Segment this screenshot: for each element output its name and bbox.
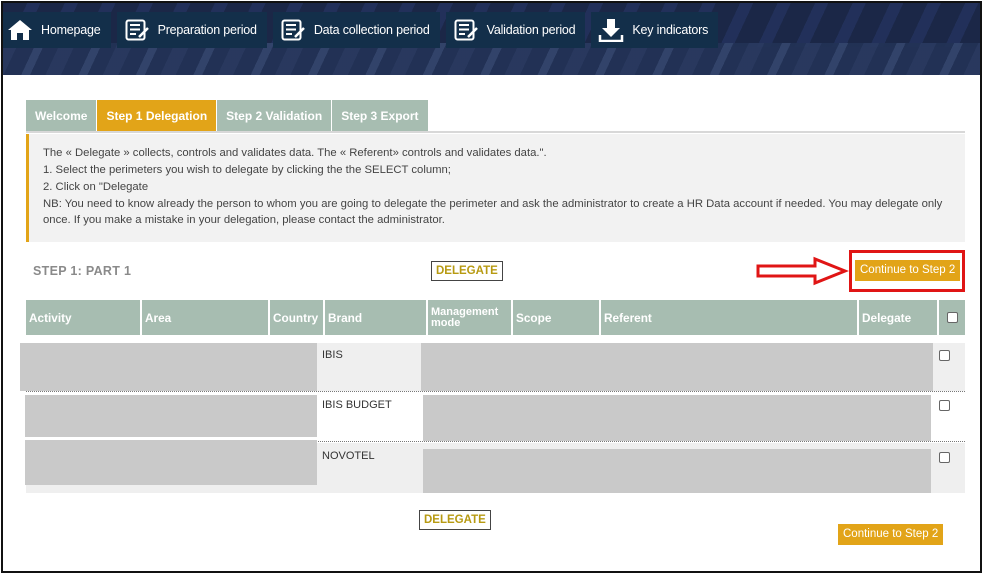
select-all-checkbox[interactable] xyxy=(946,312,958,323)
home-icon xyxy=(6,18,34,42)
brand-cell: IBIS BUDGET xyxy=(322,399,392,411)
tab-underline xyxy=(26,131,965,133)
nav-key-indicators-label: Key indicators xyxy=(632,23,709,37)
brand-cell: NOVOTEL xyxy=(322,450,375,462)
arrow-annotation-icon xyxy=(756,256,849,286)
tab-step2-validation[interactable]: Step 2 Validation xyxy=(217,100,333,132)
tab-step1-delegation[interactable]: Step 1 Delegation xyxy=(97,100,218,132)
redacted-block xyxy=(423,395,931,441)
nav-validation-period[interactable]: Validation period xyxy=(445,12,586,48)
col-delegate[interactable]: Delegate xyxy=(859,300,939,335)
delegate-button-bottom[interactable]: DELEGATE xyxy=(419,510,491,530)
nav-homepage-label: Homepage xyxy=(41,23,101,37)
nav-preparation-label: Preparation period xyxy=(157,23,257,37)
select-all-cell xyxy=(939,300,965,335)
instructions-line: 1. Select the perimeters you wish to del… xyxy=(43,164,451,176)
redacted-block xyxy=(25,440,317,485)
nav-data-collection-period[interactable]: Data collection period xyxy=(272,12,440,48)
tab-step3-export[interactable]: Step 3 Export xyxy=(332,100,429,132)
col-activity[interactable]: Activity xyxy=(26,300,142,335)
col-management-mode[interactable]: Management mode xyxy=(428,300,513,335)
redacted-block xyxy=(423,449,931,493)
instructions-note: NB: You need to know already the person … xyxy=(43,198,943,226)
table-header: Activity Area Country Brand Management m… xyxy=(26,300,965,335)
checklist-icon xyxy=(123,18,151,42)
row-divider xyxy=(26,391,965,392)
row-select-checkbox[interactable] xyxy=(939,400,950,411)
top-nav: Homepage Preparation period Data collect… xyxy=(3,12,724,48)
row-select-checkbox[interactable] xyxy=(939,350,950,361)
delegate-button[interactable]: DELEGATE xyxy=(431,261,503,281)
brand-cell: IBIS xyxy=(322,349,343,361)
continue-step2-button-top[interactable]: Continue to Step 2 xyxy=(855,260,961,281)
tab-welcome[interactable]: Welcome xyxy=(26,100,98,132)
nav-data-collection-label: Data collection period xyxy=(313,23,430,37)
redacted-block xyxy=(20,343,317,391)
header-banner: Homepage Preparation period Data collect… xyxy=(3,3,980,75)
nav-preparation-period[interactable]: Preparation period xyxy=(116,12,267,48)
step-title: STEP 1: PART 1 xyxy=(33,264,132,278)
instructions-line: The « Delegate » collects, controls and … xyxy=(43,147,547,159)
redacted-block xyxy=(25,395,317,437)
instructions-panel: The « Delegate » collects, controls and … xyxy=(26,134,965,242)
redacted-block xyxy=(421,343,933,391)
step-tabs: Welcome Step 1 Delegation Step 2 Validat… xyxy=(26,100,429,132)
app-window: Homepage Preparation period Data collect… xyxy=(1,1,982,573)
col-country[interactable]: Country xyxy=(270,300,325,335)
col-scope[interactable]: Scope xyxy=(513,300,601,335)
checklist-icon xyxy=(452,18,480,42)
checklist-icon xyxy=(279,18,307,42)
nav-key-indicators[interactable]: Key indicators xyxy=(591,12,719,48)
row-select-checkbox[interactable] xyxy=(939,452,950,463)
col-referent[interactable]: Referent xyxy=(601,300,859,335)
continue-step2-button-bottom[interactable]: Continue to Step 2 xyxy=(838,524,944,545)
col-area[interactable]: Area xyxy=(142,300,270,335)
nav-validation-label: Validation period xyxy=(486,23,576,37)
nav-homepage[interactable]: Homepage xyxy=(3,12,111,48)
download-icon xyxy=(597,18,625,42)
col-brand[interactable]: Brand xyxy=(325,300,428,335)
instructions-line: 2. Click on "Delegate xyxy=(43,181,149,193)
